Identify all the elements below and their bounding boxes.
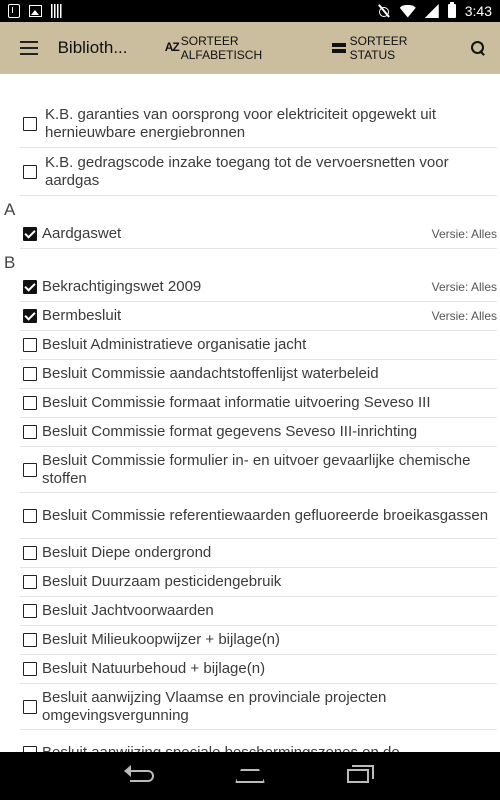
item-label: K.B. garanties van oorsprong voor elektr… [45,105,437,141]
list-item[interactable]: Besluit Diepe ondergrond [20,539,497,568]
list-item[interactable]: Besluit Milieukoopwijzer + bijlage(n) [20,626,497,655]
item-label: Besluit Natuurbehoud + bijlage(n) [42,660,266,677]
item-label: Besluit aanwijzing speciale beschermings… [42,743,400,753]
mute-icon [377,4,391,18]
status-bar: 3:43 [0,0,500,22]
section-header-b: B [4,253,16,272]
list-item[interactable]: Besluit aanwijzing Vlaamse en provincial… [20,684,497,730]
wifi-icon [399,4,416,18]
item-label: Besluit Jachtvoorwaarden [42,602,214,619]
list-item[interactable]: Besluit Natuurbehoud + bijlage(n) [20,655,497,684]
list-item[interactable]: Besluit Commissie formaat informatie uit… [20,389,497,418]
item-checkbox[interactable] [23,164,37,179]
sort-status-label: SORTEER STATUS [349,34,408,62]
item-label: Besluit Milieukoopwijzer + bijlage(n) [42,631,281,648]
item-checkbox[interactable] [23,227,37,241]
download-icon [8,4,20,18]
item-checkbox[interactable] [23,425,37,439]
item-checkbox[interactable] [23,462,37,477]
item-checkbox[interactable] [23,699,37,714]
list-item[interactable]: Besluit Commissie formulier in- en uitvo… [20,447,497,493]
list-item[interactable]: Besluit Jachtvoorwaarden [20,597,497,626]
list-item[interactable]: Besluit Duurzaam pesticidengebruik [20,568,497,597]
list-item[interactable]: Besluit Administratieve organisatie jach… [20,331,497,360]
status-notifications [8,4,62,18]
item-label: Besluit Commissie format gegevens Seveso… [42,423,418,440]
item-label: Bermbesluit [42,307,122,324]
menu-button[interactable] [0,22,58,74]
list-item[interactable]: Besluit Commissie aandachtstoffenlijst w… [20,360,497,389]
search-icon [470,41,485,55]
item-label: Besluit Commissie aandachtstoffenlijst w… [42,365,379,382]
home-icon [235,769,265,783]
item-checkbox[interactable] [23,309,37,323]
item-version: Versie: Alles [431,280,497,294]
item-label: Besluit Commissie formulier in- en uitvo… [42,451,471,487]
back-button[interactable] [124,761,160,791]
sort-status-icon [332,43,346,53]
list-item[interactable]: K.B. garanties van oorsprong voor elektr… [20,100,497,148]
item-label: Besluit Diepe ondergrond [42,544,212,561]
page-title: Biblioth... [57,38,128,57]
battery-icon [447,2,456,18]
sort-az-icon: AZ [164,40,180,54]
item-version: Versie: Alles [431,227,497,241]
item-checkbox[interactable] [23,367,37,381]
item-label: Besluit Commissie formaat informatie uit… [42,394,431,411]
list-item[interactable]: Besluit aanwijzing speciale beschermings… [20,730,497,752]
list-item[interactable]: Aardgaswet Versie: Alles [20,220,497,249]
item-checkbox[interactable] [23,546,37,560]
item-checkbox[interactable] [23,396,37,410]
item-checkbox[interactable] [23,662,37,676]
regulation-list[interactable]: K.B. garanties van oorsprong voor elektr… [0,100,500,752]
list-item[interactable]: Besluit Commissie referentiewaarden gefl… [20,493,497,539]
system-nav-bar [0,752,500,800]
item-version: Versie: Alles [431,309,497,323]
image-icon [29,5,42,17]
list-item[interactable]: K.B. gedragscode inzake toegang tot de v… [20,148,497,196]
sort-alphabetical-button[interactable]: AZ SORTEER ALFABETISCH [161,22,320,74]
back-icon [124,765,154,782]
app-toolbar: Biblioth... AZ SORTEER ALFABETISCH SORTE… [0,22,500,74]
item-label: Besluit Commissie referentiewaarden gefl… [42,506,489,524]
recents-button[interactable] [340,761,376,791]
hamburger-icon [19,41,38,55]
status-system: 3:43 [377,2,492,19]
item-checkbox[interactable] [23,280,37,294]
list-item[interactable]: Bekrachtigingswet 2009 Versie: Alles [20,273,497,302]
item-checkbox[interactable] [23,575,37,589]
item-label: Besluit Duurzaam pesticidengebruik [42,573,282,590]
item-label: Bekrachtigingswet 2009 [42,278,202,295]
item-checkbox[interactable] [23,508,37,523]
section-header-a: A [4,200,16,219]
item-checkbox[interactable] [23,116,37,131]
status-time: 3:43 [464,3,492,19]
search-button[interactable] [456,22,500,74]
sort-status-button[interactable]: SORTEER STATUS [328,22,456,74]
recents-icon [347,765,374,783]
item-checkbox[interactable] [23,633,37,647]
list-item[interactable]: Besluit Commissie format gegevens Seveso… [20,418,497,447]
list-item[interactable]: Bermbesluit Versie: Alles [20,302,497,331]
signal-icon [424,4,439,18]
item-label: K.B. gedragscode inzake toegang tot de v… [45,153,449,189]
item-checkbox[interactable] [23,604,37,618]
sort-alphabetical-label: SORTEER ALFABETISCH [180,34,263,62]
item-label: Besluit Administratieve organisatie jach… [42,336,307,353]
barcode-icon [51,4,62,18]
item-checkbox[interactable] [23,338,37,352]
home-button[interactable] [232,761,268,791]
item-label: Aardgaswet [42,225,122,242]
item-label: Besluit aanwijzing Vlaamse en provincial… [42,688,387,724]
